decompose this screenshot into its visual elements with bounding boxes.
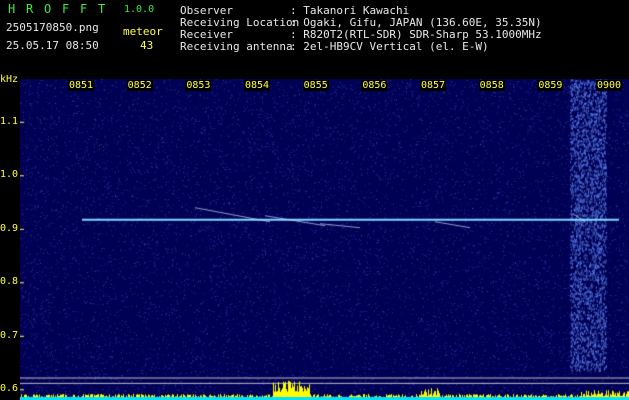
x-tick-label: 0852 [126,80,153,91]
app-title-letter: O [44,2,52,16]
app-title-letter: F [80,2,88,16]
spectrogram-plot [20,79,629,400]
app-title-letter: T [98,2,106,16]
app-title-letter: R [26,2,34,16]
header-panel: H R O F F T 1.0.0 2505170850.png 25.05.1… [0,0,629,72]
info-key-antenna: Receiving antenna [180,40,293,53]
y-tick-label: 0.6 [0,383,19,395]
x-tick-label: 0853 [185,80,212,91]
y-tick-label: 0.9 [0,222,19,234]
x-tick-label: 0857 [420,80,447,91]
datetime: 25.05.17 08:50 [6,39,99,52]
category-label: meteor [123,25,163,38]
y-tick-label: 1.0 [0,169,19,181]
x-tick-label: 0900 [596,80,623,91]
info-value-antenna: : 2el-HB9CV Vertical (el. E-W) [290,40,489,53]
x-tick-label: 0854 [244,80,271,91]
y-axis-unit-label: kHz [0,74,19,85]
detection-count: 43 [140,39,154,52]
filename: 2505170850.png [6,21,99,34]
x-tick-label: 0859 [537,80,564,91]
app-title-letter: F [62,2,70,16]
x-tick-label: 0855 [302,80,329,91]
y-tick-label: 0.7 [0,329,19,341]
x-tick-label: 0858 [478,80,505,91]
y-tick-label: 1.1 [0,115,19,127]
y-tick-label: 0.8 [0,276,19,288]
x-tick-label: 0851 [68,80,95,91]
app-version: 1.0.0 [124,4,155,15]
x-tick-label: 0856 [361,80,388,91]
app-title-letter: H [8,2,16,16]
